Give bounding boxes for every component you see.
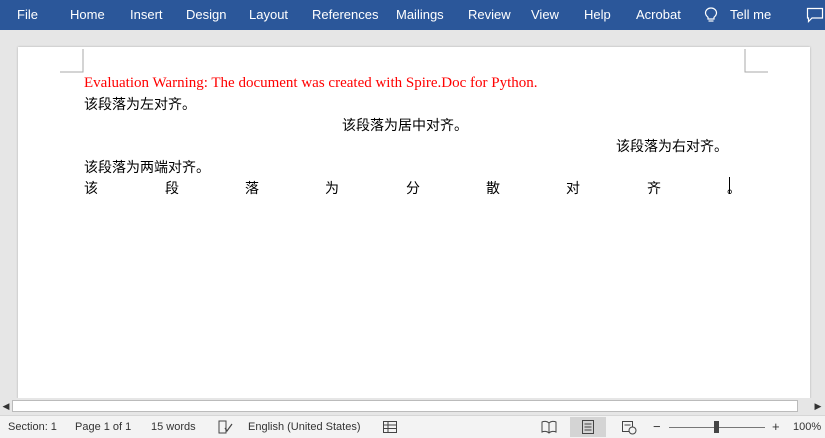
horizontal-scrollbar[interactable]: ◀ ▶ — [0, 398, 825, 415]
lightbulb-icon[interactable] — [704, 7, 718, 23]
scrollbar-thumb[interactable] — [12, 400, 798, 412]
distributed-char: 该 — [84, 181, 98, 197]
tab-view[interactable]: View — [531, 0, 559, 30]
web-layout-icon[interactable] — [621, 419, 637, 435]
scroll-left-arrow-icon[interactable]: ◀ — [1, 401, 11, 412]
ribbon-menu-bar: File Home Insert Design Layout Reference… — [0, 0, 825, 30]
zoom-out-button[interactable]: − — [653, 416, 661, 438]
distributed-char: 段 — [165, 181, 179, 197]
tab-references[interactable]: References — [312, 0, 378, 30]
document-area: Evaluation Warning: The document was cre… — [0, 30, 825, 399]
margin-corner-top-right — [744, 49, 768, 73]
paragraph-left-aligned[interactable]: 该段落为左对齐。 — [84, 94, 196, 114]
document-page[interactable]: Evaluation Warning: The document was cre… — [18, 47, 810, 399]
distributed-char: 分 — [406, 181, 420, 197]
distributed-char: 为 — [325, 181, 339, 197]
read-mode-icon[interactable] — [541, 419, 557, 435]
distributed-char: 。 — [727, 181, 741, 197]
status-language[interactable]: English (United States) — [248, 416, 361, 438]
tab-home[interactable]: Home — [70, 0, 105, 30]
distributed-char: 落 — [245, 181, 259, 197]
distributed-char: 散 — [486, 181, 500, 197]
comment-icon[interactable] — [806, 7, 824, 23]
status-word-count[interactable]: 15 words — [151, 416, 196, 438]
paragraph-right-aligned[interactable]: 该段落为右对齐。 — [616, 136, 728, 156]
macro-icon[interactable] — [382, 419, 398, 435]
status-bar: Section: 1 Page 1 of 1 15 words English … — [0, 415, 825, 438]
distributed-char: 齐 — [647, 181, 661, 197]
status-section[interactable]: Section: 1 — [8, 416, 57, 438]
margin-corner-top-left — [60, 49, 84, 73]
tab-acrobat[interactable]: Acrobat — [636, 0, 681, 30]
scroll-right-arrow-icon[interactable]: ▶ — [813, 401, 823, 412]
zoom-in-button[interactable]: + — [772, 416, 780, 438]
tab-review[interactable]: Review — [468, 0, 511, 30]
tab-file[interactable]: File — [17, 0, 38, 30]
print-layout-icon[interactable] — [580, 419, 596, 435]
zoom-level[interactable]: 100% — [793, 416, 821, 438]
zoom-slider-thumb[interactable] — [714, 421, 719, 433]
evaluation-warning: Evaluation Warning: The document was cre… — [84, 75, 538, 91]
tab-help[interactable]: Help — [584, 0, 611, 30]
proofing-icon[interactable] — [217, 419, 233, 435]
tab-mailings[interactable]: Mailings — [396, 0, 444, 30]
distributed-char: 对 — [566, 181, 580, 197]
paragraph-justified[interactable]: 该段落为两端对齐。 — [84, 157, 210, 177]
tell-me-search[interactable]: Tell me — [730, 0, 771, 30]
tab-insert[interactable]: Insert — [130, 0, 163, 30]
paragraph-center-aligned[interactable]: 该段落为居中对齐。 — [342, 115, 468, 135]
status-page[interactable]: Page 1 of 1 — [75, 416, 131, 438]
tab-layout[interactable]: Layout — [249, 0, 288, 30]
tab-design[interactable]: Design — [186, 0, 226, 30]
